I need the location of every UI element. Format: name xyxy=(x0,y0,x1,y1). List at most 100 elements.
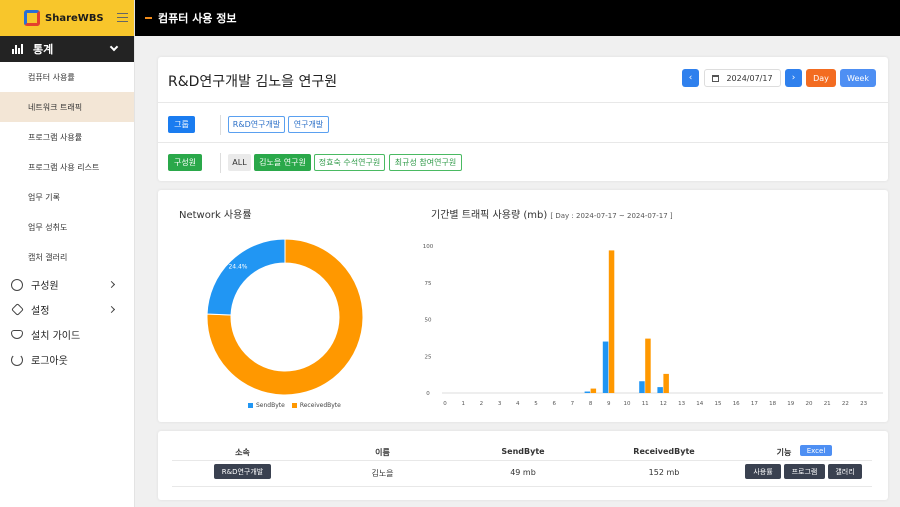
next-date-button[interactable]: › xyxy=(785,69,802,87)
bar-receivedbyte-11[interactable] xyxy=(645,338,651,393)
bar-sendbyte-12[interactable] xyxy=(657,387,663,393)
sidebar-sub-list: 컴퓨터 사용률 네트워크 트래픽 프로그램 사용률 프로그램 사용 리스트 업무… xyxy=(0,62,134,272)
bar-receivedbyte-9[interactable] xyxy=(608,250,615,393)
excel-export-button[interactable]: Excel xyxy=(800,445,832,456)
table-header-name: 이름 xyxy=(375,448,390,457)
x-tick-label: 22 xyxy=(842,401,849,407)
week-button[interactable]: Week xyxy=(840,69,876,87)
legend-item-received: ReceivedByte xyxy=(291,402,341,409)
sidebar-item-logout[interactable]: 로그아웃 xyxy=(0,347,134,372)
date-field[interactable]: 2024/07/17 xyxy=(704,69,781,87)
x-tick-label: 12 xyxy=(660,401,667,407)
member-chip-choi[interactable]: 최규성 참여연구원 xyxy=(389,154,462,171)
table-header-dept: 소속 xyxy=(235,448,250,457)
donut-slice-send[interactable] xyxy=(206,238,286,316)
x-tick-label: 11 xyxy=(642,401,649,407)
divider xyxy=(172,486,872,487)
calendar-icon xyxy=(712,74,720,82)
traffic-bar-chart: 02550751000 1 2 3 4 5 6 7 8 9 10 11 12 13 14 15 16 17 18 19… xyxy=(423,244,883,407)
x-tick-label: 5 xyxy=(534,401,538,407)
chevron-down-icon xyxy=(109,42,119,52)
divider xyxy=(172,460,872,461)
member-chip-kim[interactable]: 김노을 연구원 xyxy=(254,154,311,171)
chart-card: Network 사용률 기간별 트래픽 사용량 (mb) [ Day : 202… xyxy=(158,190,888,422)
y-tick-label: 50 xyxy=(425,318,432,324)
chevron-right-icon xyxy=(107,280,116,289)
x-tick-label: 7 xyxy=(571,401,575,407)
divider xyxy=(158,102,888,103)
page-title: 컴퓨터 사용 정보 xyxy=(158,12,237,25)
member-chip-all[interactable]: ALL xyxy=(228,154,251,171)
sidebar-sub-computer-usage[interactable]: 컴퓨터 사용률 xyxy=(0,62,134,92)
chevron-right-icon xyxy=(107,305,116,314)
x-tick-label: 16 xyxy=(733,401,740,407)
sidebar-item-install-guide[interactable]: 설치 가이드 xyxy=(0,322,134,347)
sidebar-item-label: 로그아웃 xyxy=(31,356,68,367)
x-tick-label: 3 xyxy=(498,401,502,407)
x-tick-label: 9 xyxy=(607,401,611,407)
x-tick-label: 10 xyxy=(624,401,631,407)
brand[interactable]: ShareWBS xyxy=(0,0,134,36)
sidebar-section-label: 통계 xyxy=(33,43,54,56)
sidebar-item-settings[interactable]: 설정 xyxy=(0,297,134,322)
x-tick-label: 0 xyxy=(443,401,447,407)
prev-date-button[interactable]: ‹ xyxy=(682,69,699,87)
divider xyxy=(220,153,221,173)
sharewbs-logo-icon xyxy=(24,10,40,26)
y-tick-label: 25 xyxy=(425,354,432,360)
cell-send: 49 mb xyxy=(510,468,536,477)
x-tick-label: 14 xyxy=(696,401,703,407)
sidebar-sub-work-log[interactable]: 업무 기록 xyxy=(0,182,134,212)
legend-swatch-received xyxy=(291,403,297,408)
logout-icon xyxy=(11,353,23,366)
usage-button[interactable]: 사용률 xyxy=(745,464,781,479)
install-guide-icon xyxy=(11,330,23,339)
summary-table-card: 소속 이름 SendByte ReceivedByte 기능 Excel R&D… xyxy=(158,431,888,500)
gallery-button[interactable]: 갤러리 xyxy=(828,464,862,479)
x-tick-label: 13 xyxy=(678,401,685,407)
users-icon xyxy=(11,278,23,291)
group-chip-rnd[interactable]: R&D연구개발 xyxy=(228,116,285,133)
sidebar-sub-work-achievement[interactable]: 업무 성취도 xyxy=(0,212,134,242)
brand-name: ShareWBS xyxy=(45,12,104,24)
donut-label-send: 24.4% xyxy=(228,264,247,271)
day-button[interactable]: Day xyxy=(806,69,836,87)
sidebar-section-statistics[interactable]: 통계 xyxy=(0,36,134,62)
bar-receivedbyte-12[interactable] xyxy=(663,373,669,393)
bar-sendbyte-8[interactable] xyxy=(584,391,591,393)
bar-receivedbyte-8[interactable] xyxy=(590,388,597,393)
x-tick-label: 15 xyxy=(715,401,722,407)
sidebar-item-members[interactable]: 구성원 xyxy=(0,272,134,297)
sidebar-sub-capture-gallery[interactable]: 캡처 갤러리 xyxy=(0,242,134,272)
topbar: 컴퓨터 사용 정보 xyxy=(135,0,900,36)
member-chip-jung[interactable]: 정효숙 수석연구원 xyxy=(314,154,385,171)
legend-swatch-send xyxy=(248,403,253,408)
donut-label-received: 75.6% xyxy=(332,386,351,393)
cell-name: 김노을 xyxy=(371,469,394,478)
bar-sendbyte-11[interactable] xyxy=(639,381,645,393)
user-title: R&D연구개발 김노을 연구원 xyxy=(168,74,338,90)
x-tick-label: 8 xyxy=(589,401,593,407)
hamburger-menu-icon[interactable] xyxy=(117,13,128,22)
dept-badge[interactable]: R&D연구개발 xyxy=(214,464,271,479)
donut-legend: SendByte ReceivedByte xyxy=(248,402,348,409)
program-button[interactable]: 프로그램 xyxy=(784,464,825,479)
table-header-send: SendByte xyxy=(501,447,545,456)
x-tick-label: 17 xyxy=(751,401,758,407)
x-tick-label: 19 xyxy=(787,401,794,407)
y-tick-label: 100 xyxy=(423,244,434,250)
group-label: 그룹 xyxy=(168,116,195,133)
group-chip-research[interactable]: 연구개발 xyxy=(288,116,329,133)
sidebar-item-label: 구성원 xyxy=(31,281,59,292)
x-tick-label: 4 xyxy=(516,401,520,407)
bar-sendbyte-9[interactable] xyxy=(602,341,609,393)
filter-card: R&D연구개발 김노을 연구원 ‹ 2024/07/17 › Day Week … xyxy=(158,57,888,181)
cell-received: 152 mb xyxy=(648,468,680,477)
y-tick-label: 0 xyxy=(426,391,430,397)
divider xyxy=(220,115,221,135)
sidebar-sub-program-usage[interactable]: 프로그램 사용률 xyxy=(0,122,134,152)
sidebar-item-label: 설치 가이드 xyxy=(31,331,81,342)
sidebar-sub-network-traffic[interactable]: 네트워크 트래픽 xyxy=(0,92,134,122)
x-tick-label: 20 xyxy=(806,401,813,407)
sidebar-sub-program-list[interactable]: 프로그램 사용 리스트 xyxy=(0,152,134,182)
